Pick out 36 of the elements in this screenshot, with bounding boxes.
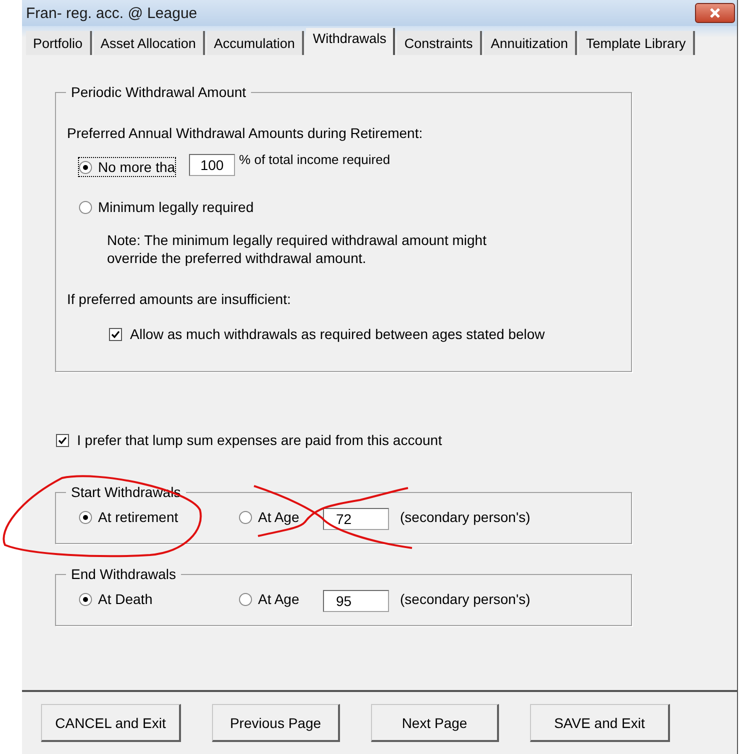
radio-button[interactable]: At Death bbox=[79, 590, 239, 608]
tab[interactable]: Constraints bbox=[397, 31, 482, 55]
window-title: Fran- reg. acc. @ League bbox=[26, 4, 198, 22]
checkbox[interactable]: Allow as much withdrawals as required between ages stated below bbox=[109, 326, 545, 342]
tab[interactable]: Withdrawals bbox=[306, 28, 396, 55]
footer-button[interactable]: Next Page bbox=[371, 704, 499, 742]
section-label: Preferred Annual Withdrawal Amounts during Retirement: bbox=[67, 124, 424, 142]
close-button[interactable] bbox=[695, 3, 735, 23]
radio-button[interactable]: At Age bbox=[239, 590, 323, 608]
tab[interactable]: Portfolio bbox=[26, 31, 92, 55]
field-suffix: (secondary person's) bbox=[400, 591, 530, 607]
note-text: override the preferred withdrawal amount. bbox=[107, 249, 368, 267]
age-field[interactable]: 95 bbox=[323, 590, 389, 612]
section-label: If preferred amounts are insufficient: bbox=[67, 290, 292, 308]
note-text: Note: The minimum legally required withdrawal amount might bbox=[107, 231, 488, 249]
footer-button[interactable]: CANCEL and Exit bbox=[41, 704, 181, 742]
age-field[interactable]: 72 bbox=[323, 508, 389, 530]
checkbox[interactable]: I prefer that lump sum expenses are paid from this account bbox=[56, 432, 442, 448]
radio-button[interactable]: Minimum legally required bbox=[79, 198, 254, 216]
check-icon bbox=[111, 330, 120, 338]
radio-button[interactable]: No more tha bbox=[79, 158, 176, 176]
radio-button[interactable]: At retirement bbox=[79, 508, 239, 526]
footer-button[interactable]: SAVE and Exit bbox=[530, 704, 670, 742]
check-icon bbox=[58, 436, 67, 444]
tab[interactable]: Annuitization bbox=[484, 31, 578, 55]
radio-button[interactable]: At Age bbox=[239, 508, 323, 526]
tab[interactable]: Accumulation bbox=[206, 31, 304, 55]
group-title: End Withdrawals bbox=[66, 566, 182, 582]
group-title: Periodic Withdrawal Amount bbox=[66, 84, 252, 100]
footer-button[interactable]: Previous Page bbox=[212, 704, 340, 742]
field-suffix: (secondary person's) bbox=[400, 509, 530, 525]
percent-field[interactable]: 100 bbox=[189, 154, 236, 176]
tab[interactable]: Asset Allocation bbox=[94, 31, 205, 55]
close-icon bbox=[709, 7, 721, 19]
field-suffix: % of total income required bbox=[239, 152, 390, 168]
tab[interactable]: Template Library bbox=[579, 31, 695, 55]
